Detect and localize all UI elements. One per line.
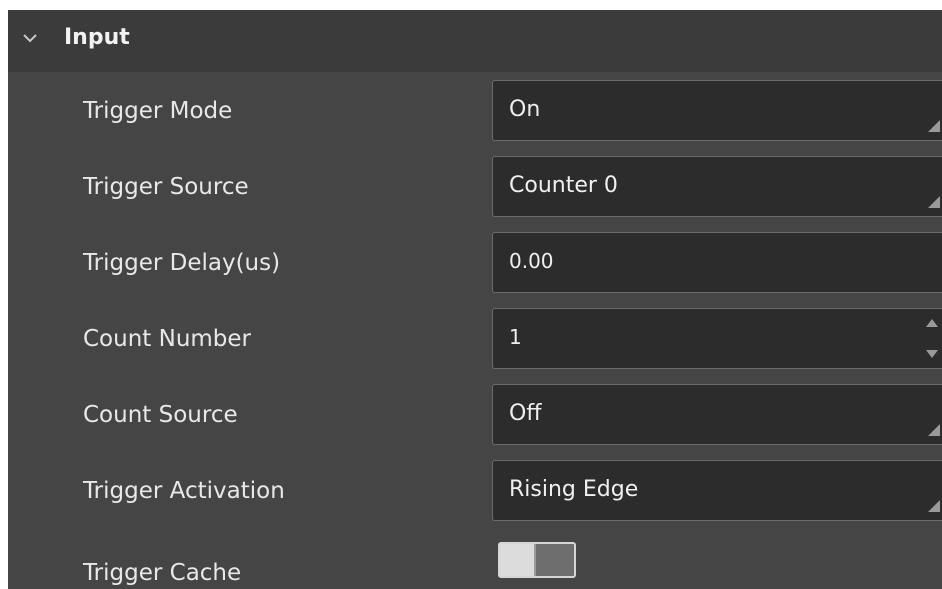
count-number-spinbox[interactable]: 1	[492, 308, 942, 369]
trigger-source-value: Counter 0	[509, 173, 618, 198]
count-number-label: Count Number	[83, 326, 252, 352]
trigger-activation-label: Trigger Activation	[83, 478, 285, 504]
dropdown-arrow-icon	[928, 424, 940, 436]
dropdown-arrow-icon	[928, 120, 940, 132]
row-trigger-source: Trigger Source Counter 0	[8, 156, 942, 232]
row-trigger-delay: Trigger Delay(us) 0.00	[8, 232, 942, 308]
row-trigger-mode: Trigger Mode On	[8, 80, 942, 156]
trigger-mode-value: On	[509, 97, 541, 122]
chevron-down-icon[interactable]	[18, 26, 42, 50]
trigger-delay-value: 0.00	[509, 249, 554, 273]
trigger-delay-input[interactable]: 0.00	[492, 232, 942, 293]
row-count-source: Count Source Off	[8, 384, 942, 460]
row-trigger-cache: Trigger Cache	[8, 540, 942, 589]
trigger-mode-select[interactable]: On	[492, 80, 942, 141]
count-source-value: Off	[509, 401, 542, 426]
input-section-header[interactable]: Input	[8, 10, 942, 72]
row-count-number: Count Number 1	[8, 308, 942, 384]
trigger-activation-select[interactable]: Rising Edge	[492, 460, 942, 521]
count-source-label: Count Source	[83, 402, 238, 428]
trigger-source-label: Trigger Source	[83, 174, 249, 200]
properties-panel: Input Trigger Mode On Trigger Source Cou…	[8, 10, 942, 589]
dropdown-arrow-icon	[928, 500, 940, 512]
count-source-select[interactable]: Off	[492, 384, 942, 445]
trigger-activation-value: Rising Edge	[509, 477, 639, 502]
dropdown-arrow-icon	[928, 196, 940, 208]
trigger-mode-label: Trigger Mode	[83, 98, 233, 124]
trigger-cache-toggle[interactable]	[498, 542, 576, 578]
spin-down-arrow-icon[interactable]	[924, 348, 940, 360]
toggle-knob	[500, 544, 536, 576]
row-trigger-activation: Trigger Activation Rising Edge	[8, 460, 942, 536]
spin-up-arrow-icon[interactable]	[924, 317, 940, 329]
trigger-delay-label: Trigger Delay(us)	[83, 250, 281, 276]
trigger-source-select[interactable]: Counter 0	[492, 156, 942, 217]
section-title: Input	[64, 25, 130, 50]
count-number-value: 1	[509, 325, 522, 349]
trigger-cache-label: Trigger Cache	[83, 560, 242, 586]
